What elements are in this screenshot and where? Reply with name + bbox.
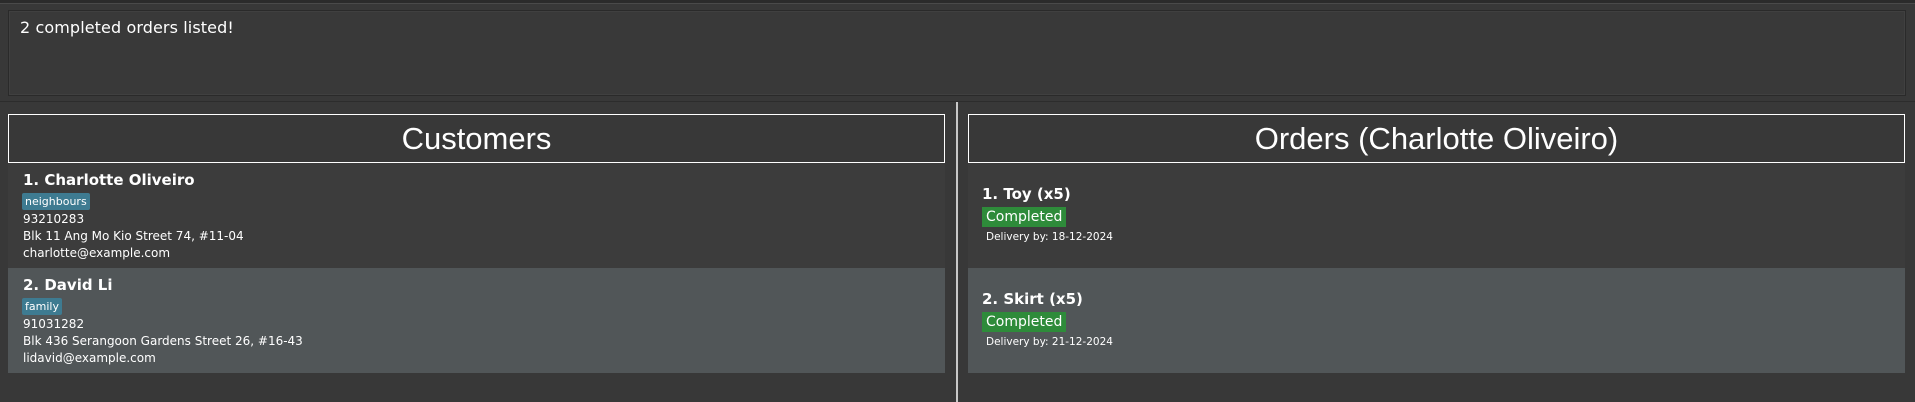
customers-header: Customers bbox=[8, 114, 945, 163]
panel-splitter[interactable] bbox=[956, 102, 958, 402]
customer-email: lidavid@example.com bbox=[23, 351, 156, 365]
customer-name: 1. Charlotte Oliveiro bbox=[23, 171, 195, 189]
result-display: 2 completed orders listed! bbox=[8, 10, 1906, 96]
order-status-badge: Completed bbox=[982, 207, 1067, 227]
order-status-badge: Completed bbox=[982, 312, 1067, 332]
order-delivery-date: Delivery by: 21-12-2024 bbox=[986, 336, 1113, 348]
customer-list-panel: Customers 1. Charlotte Oliveiro neighbou… bbox=[8, 114, 945, 373]
customer-phone: 93210283 bbox=[23, 212, 85, 226]
order-list-panel: Orders (Charlotte Oliveiro) 1. Toy (x5) … bbox=[968, 114, 1905, 373]
customer-name: 2. David Li bbox=[23, 276, 113, 294]
top-bar bbox=[0, 0, 1915, 4]
orders-header: Orders (Charlotte Oliveiro) bbox=[968, 114, 1905, 163]
customer-tag: family bbox=[22, 298, 62, 315]
result-message: 2 completed orders listed! bbox=[20, 18, 234, 37]
customer-phone: 91031282 bbox=[23, 317, 85, 331]
customer-address: Blk 11 Ang Mo Kio Street 74, #11-04 bbox=[23, 229, 244, 243]
customer-tag: neighbours bbox=[22, 193, 90, 210]
order-delivery-date: Delivery by: 18-12-2024 bbox=[986, 231, 1113, 243]
customer-card[interactable]: 1. Charlotte Oliveiro neighbours 9321028… bbox=[8, 163, 945, 268]
customer-email: charlotte@example.com bbox=[23, 246, 171, 260]
customer-address: Blk 436 Serangoon Gardens Street 26, #16… bbox=[23, 334, 303, 348]
order-card[interactable]: 1. Toy (x5) Completed Delivery by: 18-12… bbox=[968, 163, 1905, 268]
order-card[interactable]: 2. Skirt (x5) Completed Delivery by: 21-… bbox=[968, 268, 1905, 373]
order-name: 2. Skirt (x5) bbox=[982, 290, 1083, 308]
order-name: 1. Toy (x5) bbox=[982, 185, 1071, 203]
customer-card[interactable]: 2. David Li family 91031282 Blk 436 Sera… bbox=[8, 268, 945, 373]
